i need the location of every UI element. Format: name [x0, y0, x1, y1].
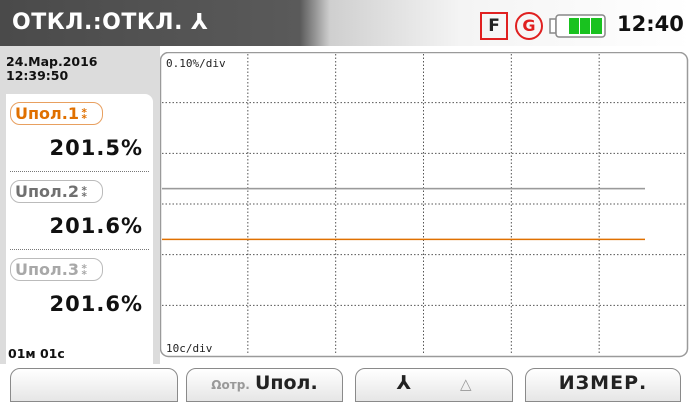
wye-icon: ⅄ — [396, 372, 411, 394]
channel-2-symbol-icon: ⁑ — [80, 186, 88, 201]
timestamp: 24.Мар.2016 12:39:50 — [6, 55, 98, 83]
time-label: 12:39:50 — [6, 68, 69, 83]
f1-button[interactable] — [10, 368, 178, 402]
channel-2-label[interactable]: Uпол.2 ⁑ — [10, 180, 103, 203]
channel-1-name: Uпол.1 — [15, 104, 79, 123]
f3-connection-button[interactable]: ⅄ △ — [355, 368, 513, 402]
elapsed-time: 01м 01с — [8, 346, 65, 361]
channel-3-name: Uпол.3 — [15, 260, 79, 279]
left-panel: 24.Мар.2016 12:39:50 Uпол.1 ⁑ 201.5% Uпол… — [0, 46, 160, 374]
channel-1-value: 201.5% — [49, 136, 143, 160]
channel-1-label[interactable]: Uпол.1 ⁑ — [10, 102, 103, 125]
f2-main-label: Uпол. — [254, 372, 318, 394]
divider — [10, 171, 149, 172]
divider — [10, 249, 149, 250]
x-scale-label: 10с/div — [166, 342, 215, 355]
y-scale-label: 0.10%/div — [166, 57, 228, 70]
trend-chart — [160, 52, 689, 358]
channel-3-label[interactable]: Uпол.3 ⁑ — [10, 258, 103, 281]
channel-2-value: 201.6% — [49, 214, 143, 238]
channel-list: Uпол.1 ⁑ 201.5% Uпол.2 ⁑ 201.6% Uпол.3 ⁑ 20… — [6, 94, 153, 374]
f4-label: ИЗМЕР. — [558, 372, 648, 394]
channel-3-value: 201.6% — [49, 292, 143, 316]
flag-g-indicator: G — [515, 12, 543, 40]
channel-2-name: Uпол.2 — [15, 182, 79, 201]
clock: 12:40 — [617, 12, 684, 36]
channel-3-symbol-icon: ⁑ — [80, 264, 88, 279]
delta-icon: △ — [460, 375, 472, 393]
channel-1-symbol-icon: ⁑ — [80, 108, 88, 123]
battery-icon — [549, 14, 606, 38]
f2-sub-label: Ωотр. — [211, 378, 250, 392]
f4-measure-button[interactable]: ИЗМЕР. — [525, 368, 681, 402]
flag-f-indicator: F — [480, 12, 508, 40]
status-bar: ОТКЛ.:ОТКЛ. ⅄ F G 12:40 — [0, 0, 692, 46]
screen-title: ОТКЛ.:ОТКЛ. ⅄ — [12, 10, 209, 35]
f2-channel-button[interactable]: Ωотр. Uпол. — [186, 368, 343, 402]
date-label: 24.Мар.2016 — [6, 54, 98, 69]
